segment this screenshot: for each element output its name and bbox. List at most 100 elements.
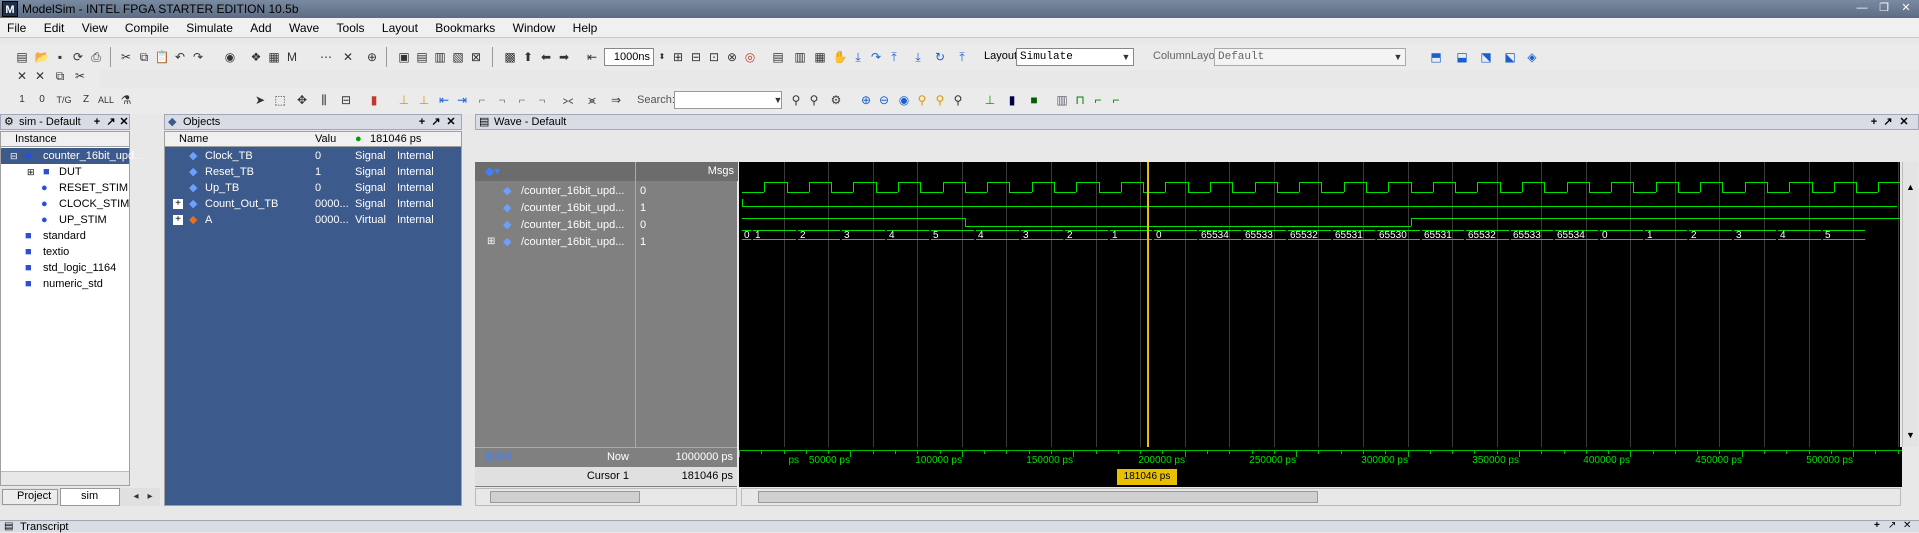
step-into-down-icon[interactable]: ⤓ — [910, 49, 926, 65]
stop-wave-icon[interactable]: ▮ — [366, 92, 382, 108]
wave-copy-icon[interactable]: ⧉ — [52, 68, 68, 84]
menu-file[interactable]: File — [0, 18, 33, 35]
wave-view-3-icon[interactable]: ■ — [1026, 92, 1042, 108]
layout-tool-2-icon[interactable]: ⬓ — [1454, 49, 1470, 65]
instance-hscrollbar[interactable] — [1, 471, 129, 485]
wave-scroll-thumb[interactable] — [758, 491, 1318, 503]
toggle-icon[interactable]: T/G — [56, 92, 72, 108]
now-icons[interactable]: ▤▥⊕ — [485, 451, 512, 462]
wave-paste-icon[interactable]: ✂ — [72, 68, 88, 84]
object-row[interactable]: + ◆ A 0000... Virtual Internal — [165, 212, 461, 228]
instance-pane-undock-icon[interactable]: ↗ — [105, 116, 117, 128]
logic-one-icon[interactable]: 1 — [14, 92, 30, 108]
menu-wave[interactable]: Wave — [282, 18, 326, 35]
column-layout-select[interactable]: Default — [1214, 48, 1406, 66]
search-binoculars-icon[interactable]: ⚲ — [788, 92, 804, 108]
collapse-time-icon[interactable]: ⪤ — [584, 92, 600, 108]
close-icon[interactable]: ✕ — [1896, 1, 1916, 16]
instance-tree-item[interactable]: ● RESET_STIM — [1, 180, 129, 196]
restart-sim-icon[interactable]: ⇤ — [584, 49, 600, 65]
tab-sim[interactable]: sim — [60, 488, 120, 506]
next-edge-icon[interactable]: ⇥ — [454, 92, 470, 108]
stop-icon[interactable]: ⊗ — [724, 49, 740, 65]
wave-pane-add-icon[interactable]: + — [1868, 116, 1880, 128]
run-length-input[interactable]: 1000ns — [604, 48, 654, 66]
zoom-in-icon[interactable]: ⊕ — [858, 92, 874, 108]
menu-add[interactable]: Add — [243, 18, 278, 35]
wave-view-1-icon[interactable]: ⊥ — [982, 92, 998, 108]
hand-icon[interactable]: ✋ — [832, 49, 848, 65]
instance-tree-item[interactable]: ■ textio — [1, 244, 129, 260]
expand-delta-icon[interactable]: ⇒ — [608, 92, 624, 108]
instance-tree-item[interactable]: ■ standard — [1, 228, 129, 244]
instance-tree-item[interactable]: ■ numeric_std — [1, 276, 129, 292]
objects-value-column[interactable]: Valu — [315, 133, 336, 145]
minimize-icon[interactable]: — — [1852, 1, 1872, 16]
run-icon[interactable]: ⊞ — [670, 49, 686, 65]
menu-edit[interactable]: Edit — [37, 18, 72, 35]
step-up-icon[interactable]: ⤒ — [886, 49, 902, 65]
step-down-icon[interactable]: ⤓ — [850, 49, 866, 65]
find-icon[interactable]: ◉ — [222, 49, 238, 65]
prev-edge-icon[interactable]: ⇤ — [436, 92, 452, 108]
delete-cursor-icon[interactable]: ⊥ — [416, 92, 432, 108]
zoom-last-icon[interactable]: ⚲ — [950, 92, 966, 108]
transcript-close-icon[interactable]: ✕ — [1903, 520, 1911, 531]
object-row[interactable]: + ◆ Count_Out_TB 0000... Signal Internal — [165, 196, 461, 212]
instance-column-header[interactable]: Instance — [1, 132, 129, 147]
names-hscrollbar[interactable] — [475, 488, 737, 506]
compile-all-icon[interactable]: ▤ — [414, 49, 430, 65]
zoom-range-icon[interactable]: ⚲ — [932, 92, 948, 108]
layout-dropdown-icon[interactable]: ▼ — [1118, 49, 1134, 65]
menu-help[interactable]: Help — [566, 18, 605, 35]
bar-mode-icon[interactable]: ⫼ — [316, 92, 332, 108]
wave-view-5-icon[interactable]: ⊓ — [1072, 92, 1088, 108]
wave-pane-close-icon[interactable]: ✕ — [1898, 116, 1910, 128]
reload-icon[interactable]: ⟳ — [70, 49, 86, 65]
wave-signal-row[interactable]: ◆/counter_16bit_upd... — [475, 183, 635, 199]
step-out-icon[interactable]: ▦ — [812, 49, 828, 65]
menu-layout[interactable]: Layout — [375, 18, 425, 35]
redo-icon[interactable]: ↷ — [190, 49, 206, 65]
column-layout-dropdown-icon[interactable]: ▼ — [1390, 49, 1406, 65]
scroll-down-icon[interactable]: ▼ — [1906, 430, 1915, 440]
step-over-arrow-icon[interactable]: ↷ — [868, 49, 884, 65]
wave-edge-3-icon[interactable]: ⌐ — [514, 92, 530, 108]
tab-project[interactable]: Project — [2, 489, 58, 505]
paste-icon[interactable]: 📋 — [154, 49, 170, 65]
wave-signal-row[interactable]: ◆/counter_16bit_upd... — [475, 217, 635, 233]
layout-tool-3-icon[interactable]: ⬔ — [1478, 49, 1494, 65]
restore-icon[interactable]: ❐ — [1874, 1, 1894, 16]
print-icon[interactable]: ⎙ — [88, 49, 104, 65]
forward-arrow-icon[interactable]: ➡ — [556, 49, 572, 65]
search-options-icon[interactable]: ⚙ — [828, 92, 844, 108]
step-up-out-icon[interactable]: ⤒ — [954, 49, 970, 65]
sim-toggle-icon[interactable]: ▩ — [502, 49, 518, 65]
layout-select[interactable]: Simulate — [1016, 48, 1134, 66]
clear-breakpoints-icon[interactable]: ✕ — [340, 49, 356, 65]
cut-icon[interactable]: ✂ — [118, 49, 134, 65]
search-next-icon[interactable]: ⚲ — [806, 92, 822, 108]
cursor-time-marker[interactable]: 181046 ps — [1117, 469, 1177, 485]
logic-zero-icon[interactable]: 0 — [34, 92, 50, 108]
wave-signal-row[interactable]: ⊞ ◆/counter_16bit_upd... — [475, 234, 635, 250]
object-row[interactable]: ◆ Reset_TB 1 Signal Internal — [165, 164, 461, 180]
instance-pane-add-icon[interactable]: + — [91, 116, 103, 128]
wave-edge-4-icon[interactable]: ¬ — [534, 92, 550, 108]
objects-pane-close-icon[interactable]: ✕ — [445, 116, 457, 128]
force-icon[interactable]: ⚗ — [118, 92, 134, 108]
wave-edge-1-icon[interactable]: ⌐ — [474, 92, 490, 108]
objects-pane-undock-icon[interactable]: ↗ — [430, 116, 442, 128]
insert-cursor-icon[interactable]: ⊥ — [396, 92, 412, 108]
layout-tool-1-icon[interactable]: ⬒ — [1428, 49, 1444, 65]
wave-edge-2-icon[interactable]: ¬ — [494, 92, 510, 108]
instance-pane-close-icon[interactable]: ✕ — [118, 116, 130, 128]
names-scroll-thumb[interactable] — [490, 491, 640, 503]
search-dropdown-icon[interactable]: ▼ — [770, 92, 786, 108]
zoom-out-icon[interactable]: ⊖ — [876, 92, 892, 108]
menu-bookmarks[interactable]: Bookmarks — [428, 18, 502, 35]
menu-simulate[interactable]: Simulate — [179, 18, 240, 35]
insert-breakpoint-icon[interactable]: ⋯ — [318, 49, 334, 65]
edit-mode-icon[interactable]: ✥ — [294, 92, 310, 108]
step-over-icon[interactable]: ⊕ — [364, 49, 380, 65]
